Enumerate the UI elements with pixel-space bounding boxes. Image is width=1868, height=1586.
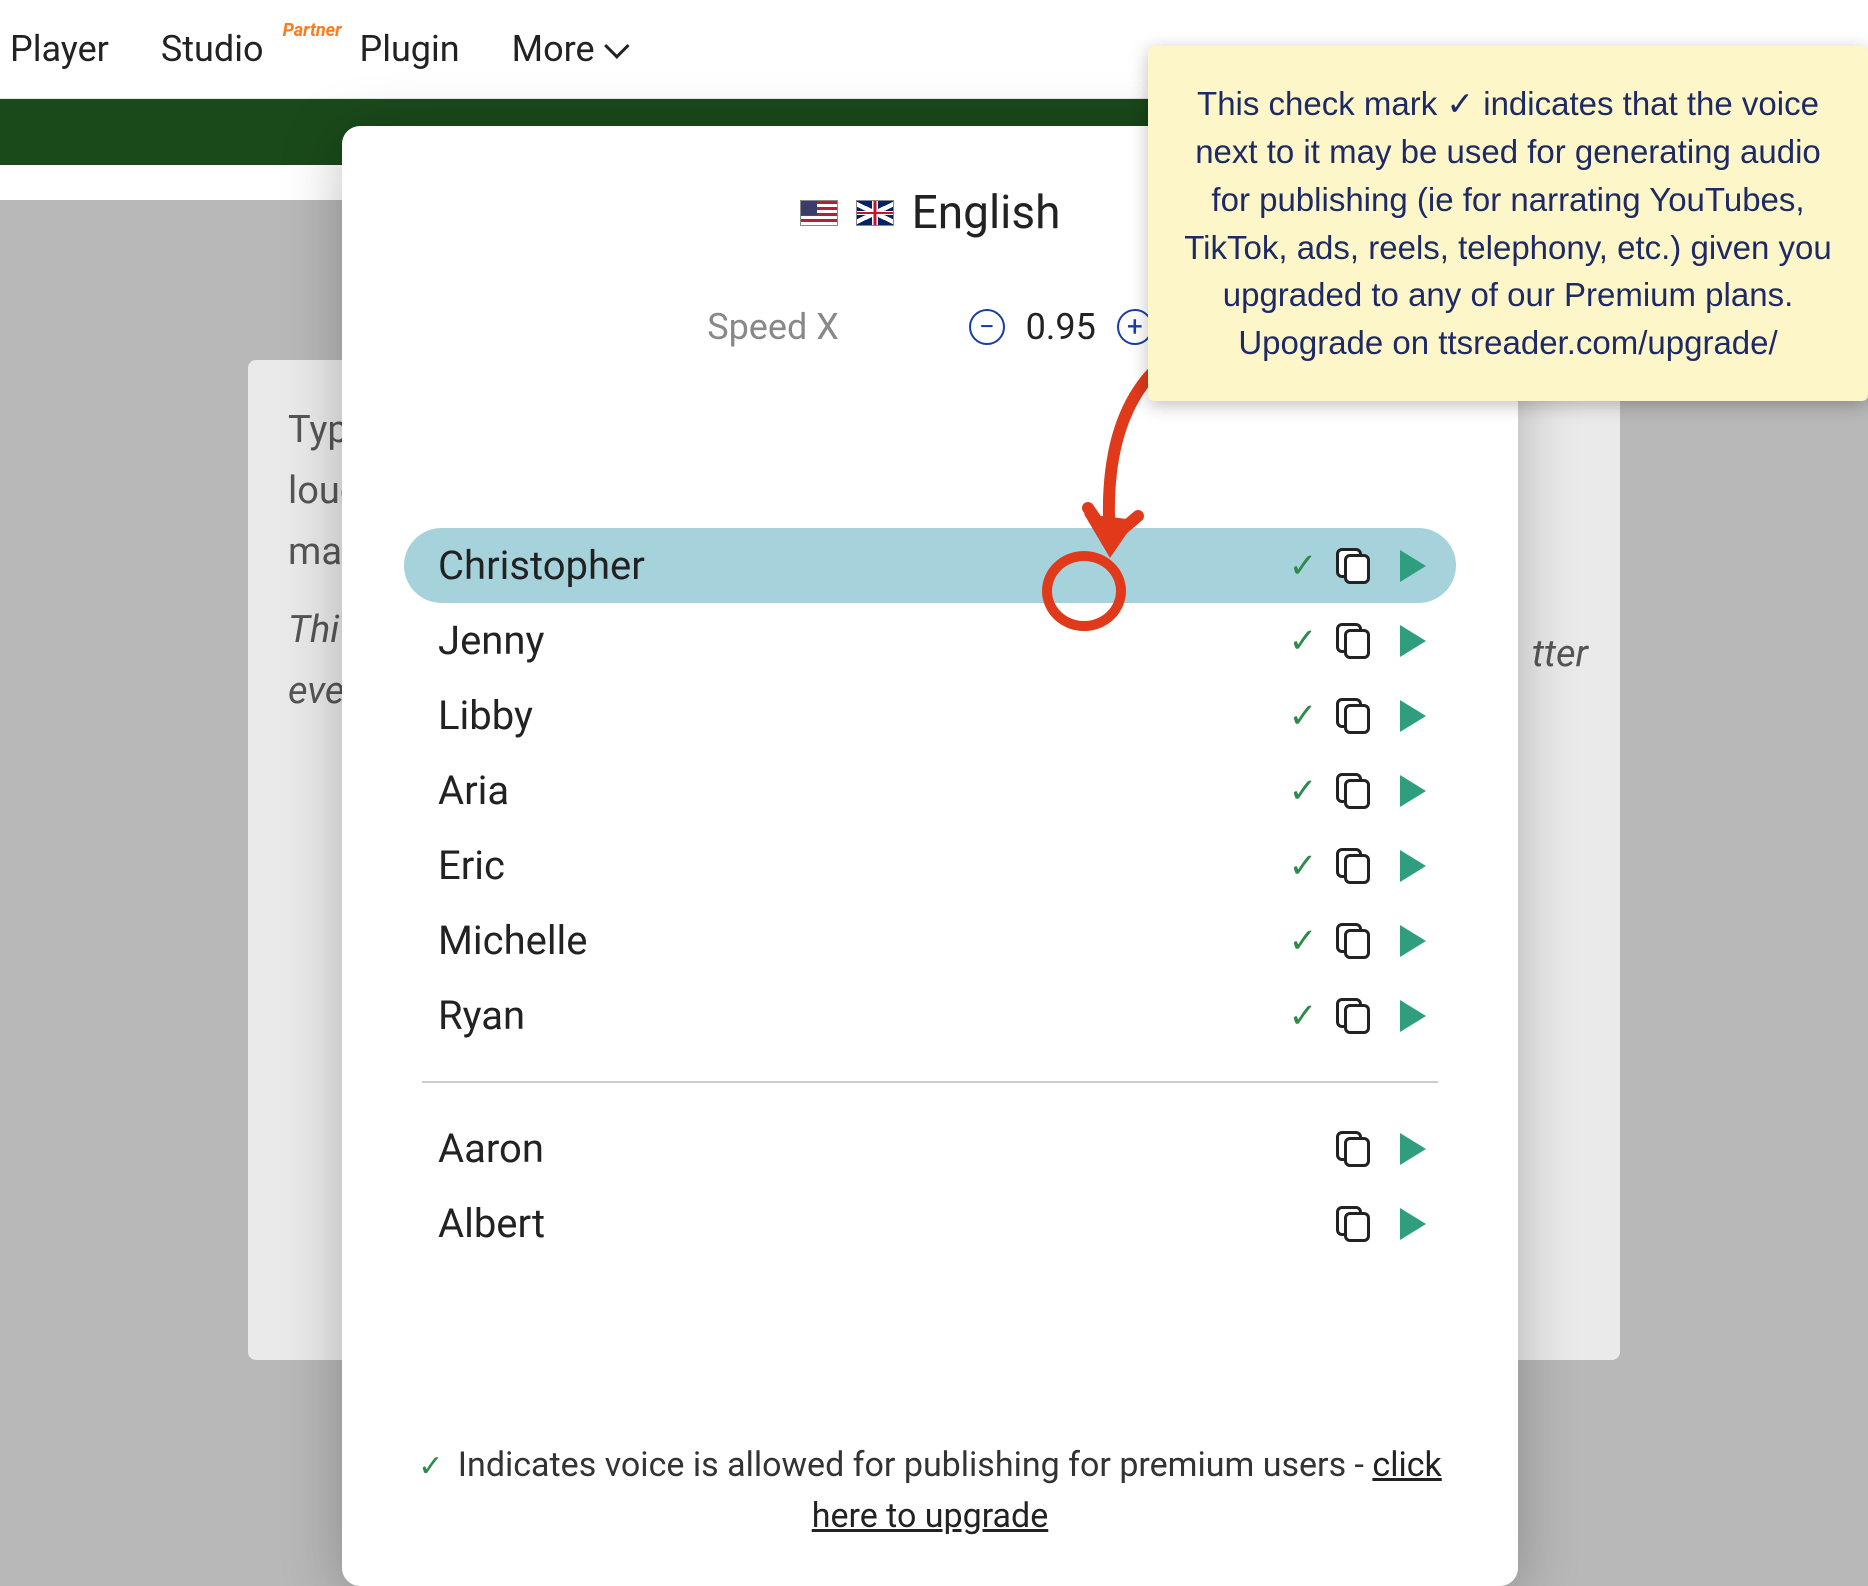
voice-row[interactable]: Jenny✓	[404, 603, 1456, 678]
voice-row[interactable]: Ryan✓	[404, 978, 1456, 1053]
voice-divider	[422, 1081, 1438, 1083]
voice-icons: ✓	[1288, 621, 1426, 661]
copy-icon[interactable]	[1340, 702, 1368, 730]
play-icon[interactable]	[1400, 775, 1426, 807]
annotation-tooltip: This check mark ✓ indicates that the voi…	[1148, 46, 1868, 401]
speed-label: Speed X	[707, 306, 839, 348]
check-icon: ✓	[1288, 921, 1318, 961]
copy-icon[interactable]	[1340, 1002, 1368, 1030]
play-icon[interactable]	[1400, 550, 1426, 582]
play-icon[interactable]	[1400, 1133, 1426, 1165]
voice-icons: ✓	[1288, 996, 1426, 1036]
voice-list: Christopher✓Jenny✓Libby✓Aria✓Eric✓Michel…	[404, 528, 1456, 1261]
voice-row[interactable]: Albert	[404, 1186, 1456, 1261]
flag-us-icon	[800, 200, 838, 226]
copy-icon[interactable]	[1340, 852, 1368, 880]
check-icon: ✓	[1288, 546, 1318, 586]
speed-decrease-button[interactable]: −	[969, 309, 1005, 345]
voice-name: Jenny	[438, 617, 1288, 664]
voice-icons	[1288, 1208, 1426, 1240]
annotation-text: This check mark ✓ indicates that the voi…	[1184, 85, 1831, 361]
voice-name: Libby	[438, 692, 1288, 739]
voice-row[interactable]: Christopher✓	[404, 528, 1456, 603]
voice-row[interactable]: Libby✓	[404, 678, 1456, 753]
voice-row[interactable]: Eric✓	[404, 828, 1456, 903]
nav-player[interactable]: Player	[10, 28, 109, 70]
voice-icons: ✓	[1288, 696, 1426, 736]
voice-icons: ✓	[1288, 921, 1426, 961]
voice-row[interactable]: Aaron	[404, 1111, 1456, 1186]
nav-more[interactable]: More	[512, 28, 623, 70]
footer-note: ✓ Indicates voice is allowed for publish…	[392, 1440, 1468, 1546]
voice-row[interactable]: Aria✓	[404, 753, 1456, 828]
copy-icon[interactable]	[1340, 552, 1368, 580]
partner-badge: Partner	[283, 20, 342, 41]
voice-name: Eric	[438, 842, 1288, 889]
voice-name: Michelle	[438, 917, 1288, 964]
nav-studio[interactable]: Studio Partner	[161, 28, 264, 70]
voice-name: Christopher	[438, 542, 1288, 589]
voice-name: Ryan	[438, 992, 1288, 1039]
voice-icons	[1288, 1133, 1426, 1165]
nav-more-label: More	[512, 28, 595, 70]
voice-name: Aaron	[438, 1125, 1288, 1172]
bg-text-right: tter	[1532, 632, 1588, 676]
voice-name: Albert	[438, 1200, 1288, 1247]
play-icon[interactable]	[1400, 625, 1426, 657]
voice-icons: ✓	[1288, 846, 1426, 886]
play-icon[interactable]	[1400, 925, 1426, 957]
copy-icon[interactable]	[1340, 1210, 1368, 1238]
play-icon[interactable]	[1400, 700, 1426, 732]
play-icon[interactable]	[1400, 1000, 1426, 1032]
check-icon: ✓	[1288, 621, 1318, 661]
speed-value: 0.95	[1023, 306, 1099, 348]
copy-icon[interactable]	[1340, 927, 1368, 955]
play-icon[interactable]	[1400, 850, 1426, 882]
copy-icon[interactable]	[1340, 627, 1368, 655]
check-icon: ✓	[1288, 846, 1318, 886]
language-label: English	[912, 186, 1061, 240]
check-icon: ✓	[1288, 771, 1318, 811]
flag-uk-icon	[856, 200, 894, 226]
copy-icon[interactable]	[1340, 777, 1368, 805]
nav-studio-label: Studio	[161, 28, 264, 70]
voice-icons: ✓	[1288, 771, 1426, 811]
check-icon: ✓	[1288, 996, 1318, 1036]
voice-icons: ✓	[1288, 546, 1426, 586]
nav-plugin[interactable]: Plugin	[359, 28, 459, 70]
copy-icon[interactable]	[1340, 1135, 1368, 1163]
voice-row[interactable]: Michelle✓	[404, 903, 1456, 978]
check-icon: ✓	[418, 1449, 443, 1484]
play-icon[interactable]	[1400, 1208, 1426, 1240]
footer-text: Indicates voice is allowed for publishin…	[458, 1445, 1373, 1485]
check-icon: ✓	[1288, 696, 1318, 736]
voice-name: Aria	[438, 767, 1288, 814]
chevron-down-icon	[604, 33, 629, 58]
